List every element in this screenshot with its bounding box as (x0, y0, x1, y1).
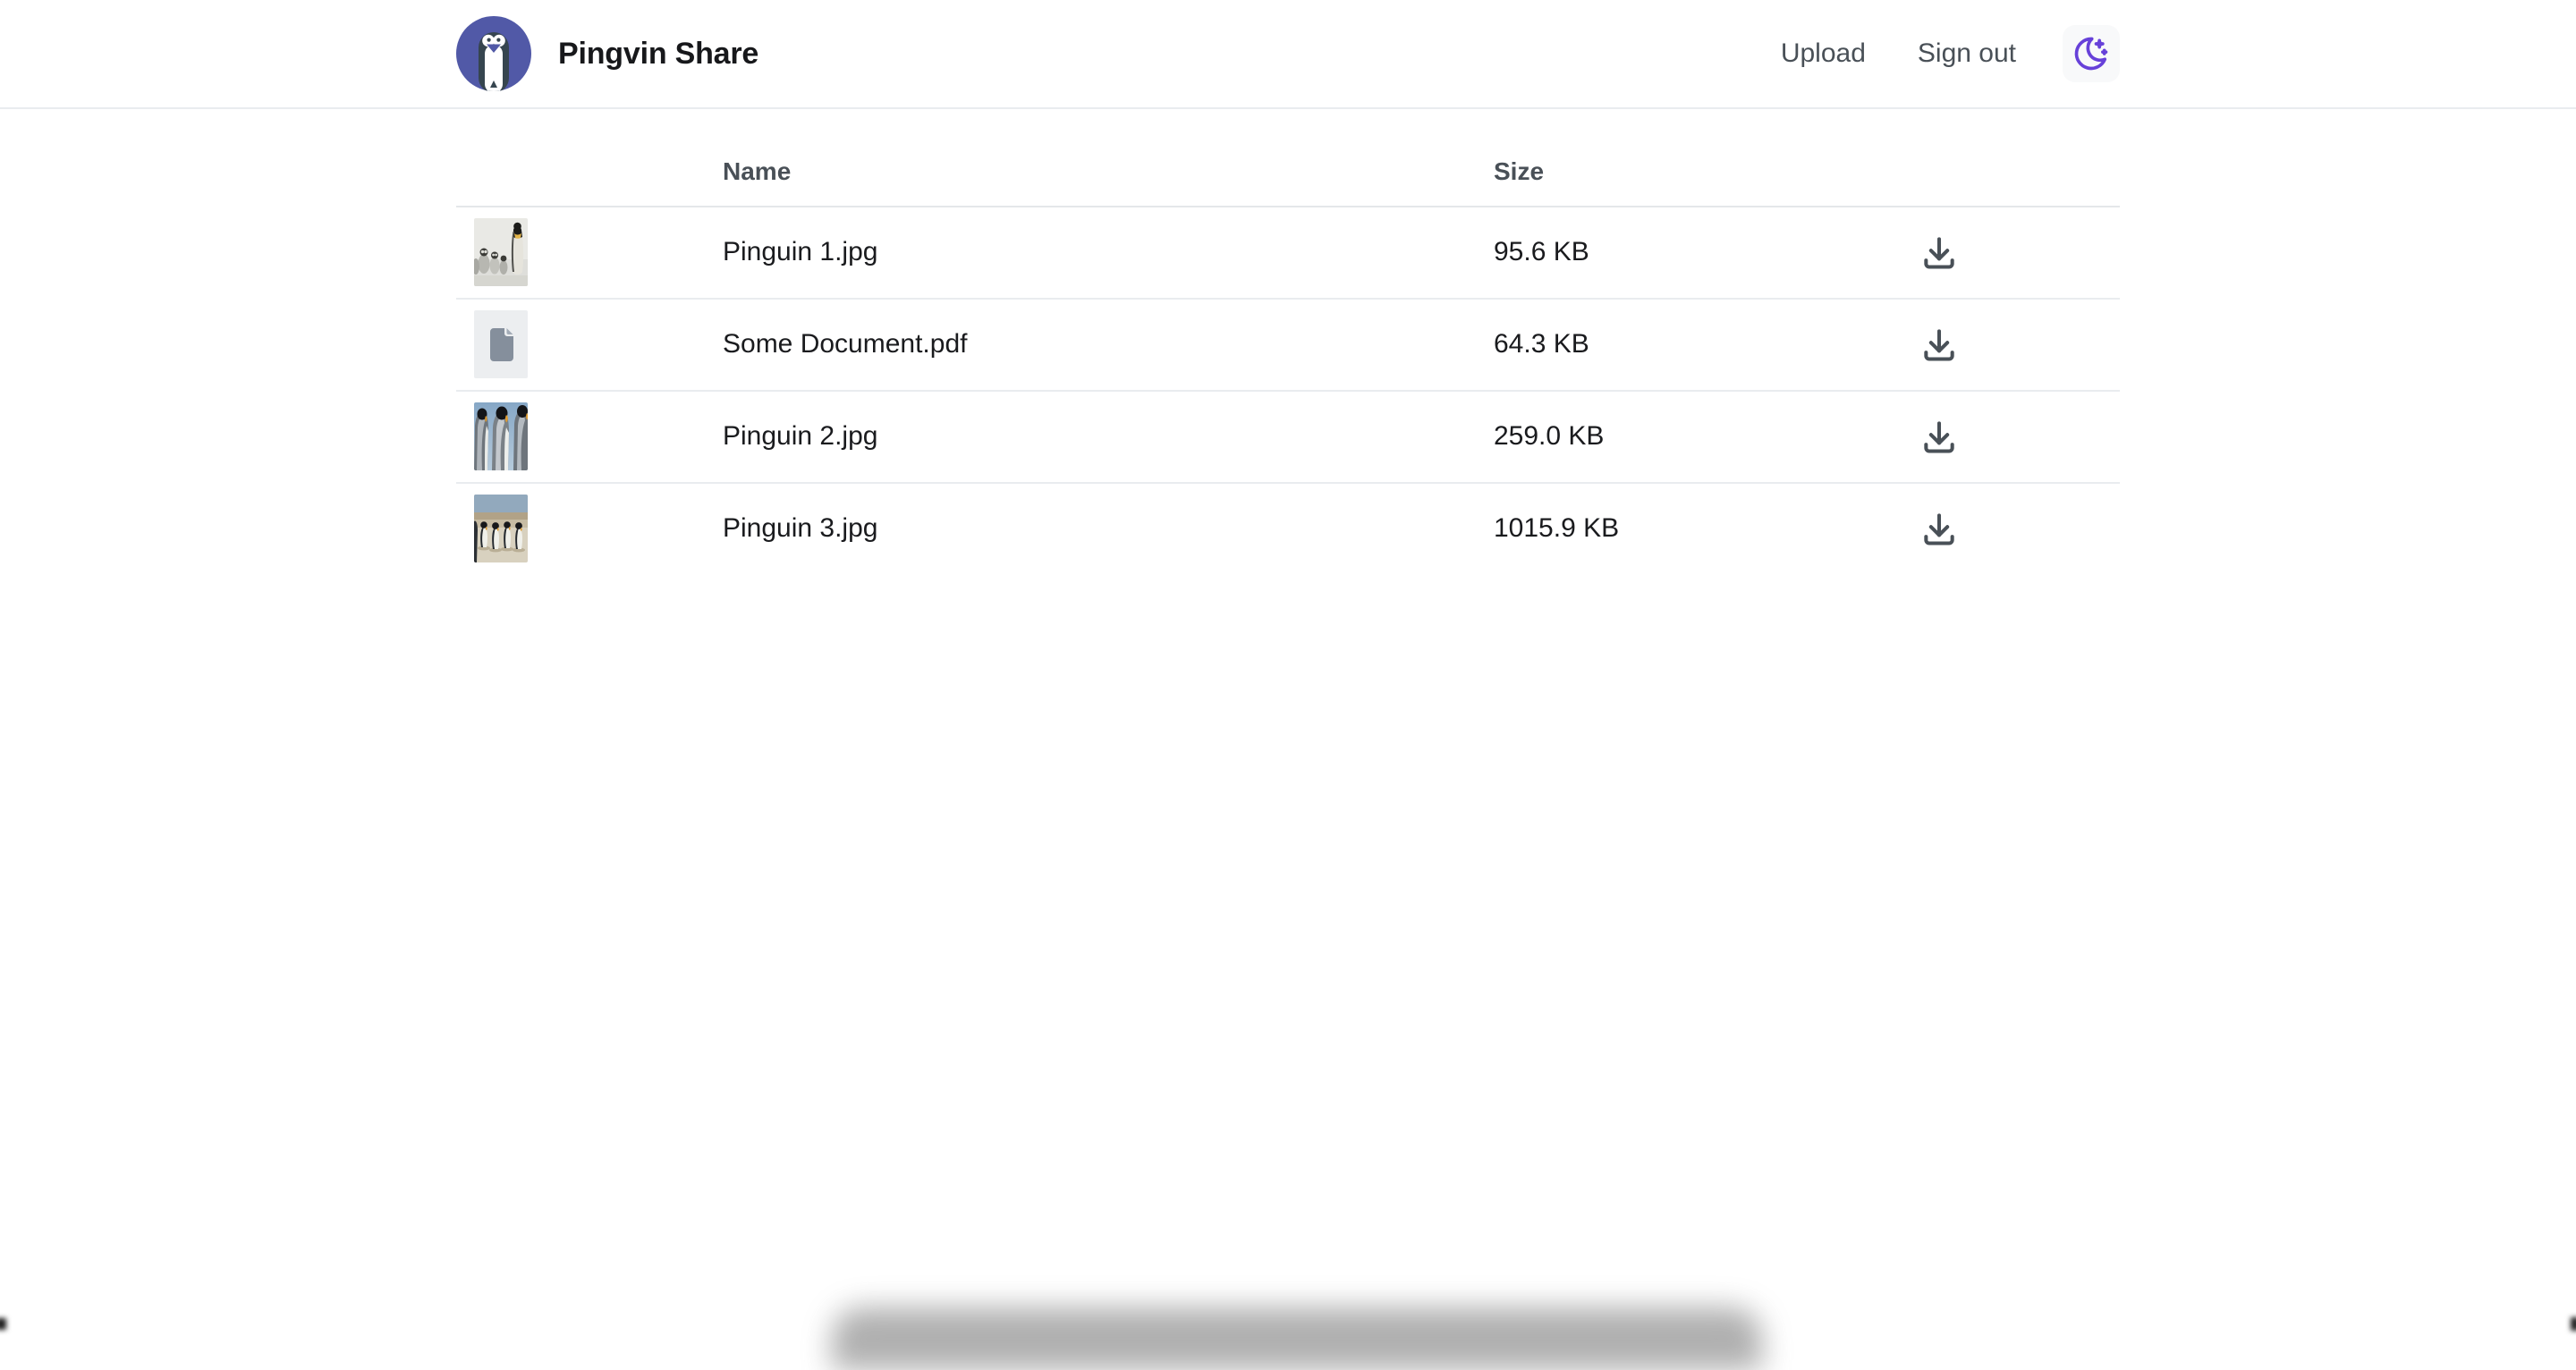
penguin-logo-icon (456, 16, 531, 91)
header-inner: Pingvin Share Upload Sign out (456, 0, 2120, 107)
file-size: 259.0 KB (1476, 391, 1896, 483)
bottom-edge-shadow (832, 1307, 1762, 1370)
file-thumbnail-document[interactable] (474, 310, 528, 378)
moon-stars-icon (2072, 34, 2111, 73)
file-thumbnail-king-penguins-closeup[interactable] (474, 402, 528, 470)
download-icon (1919, 233, 1959, 272)
theme-toggle-button[interactable] (2063, 25, 2120, 82)
bottom-left-corner-mark (0, 1318, 6, 1330)
bottom-right-corner-mark (2571, 1317, 2576, 1331)
table-row: Pinguin 1.jpg 95.6 KB (456, 207, 2120, 299)
table-row: Some Document.pdf 64.3 KB (456, 299, 2120, 391)
file-name: Pinguin 3.jpg (705, 483, 1476, 574)
file-name: Pinguin 1.jpg (705, 207, 1476, 299)
file-size: 64.3 KB (1476, 299, 1896, 391)
file-size: 1015.9 KB (1476, 483, 1896, 574)
download-button[interactable] (1914, 503, 1964, 554)
document-file-icon (486, 326, 516, 362)
download-button[interactable] (1914, 227, 1964, 277)
download-icon (1919, 325, 1959, 364)
file-thumbnail-king-penguins-beach[interactable] (474, 495, 528, 562)
table-header-row: Name Size (456, 136, 2120, 207)
main-content: Name Size (456, 109, 2120, 574)
app-title: Pingvin Share (558, 37, 758, 72)
file-thumbnail-emperor-penguins[interactable] (474, 218, 528, 286)
download-button[interactable] (1914, 411, 1964, 461)
table-row: Pinguin 3.jpg 1015.9 KB (456, 483, 2120, 574)
thumbnail-column-header (456, 136, 705, 207)
app-header: Pingvin Share Upload Sign out (0, 0, 2576, 109)
file-name: Pinguin 2.jpg (705, 391, 1476, 483)
size-column-header: Size (1476, 136, 1896, 207)
sign-out-link[interactable]: Sign out (1918, 38, 2016, 69)
name-column-header: Name (705, 136, 1476, 207)
file-size: 95.6 KB (1476, 207, 1896, 299)
table-row: Pinguin 2.jpg 259.0 KB (456, 391, 2120, 483)
actions-column-header (1896, 136, 2120, 207)
file-name: Some Document.pdf (705, 299, 1476, 391)
download-button[interactable] (1914, 319, 1964, 369)
download-icon (1919, 509, 1959, 548)
file-table: Name Size (456, 136, 2120, 574)
upload-link[interactable]: Upload (1781, 38, 1866, 69)
download-icon (1919, 417, 1959, 456)
